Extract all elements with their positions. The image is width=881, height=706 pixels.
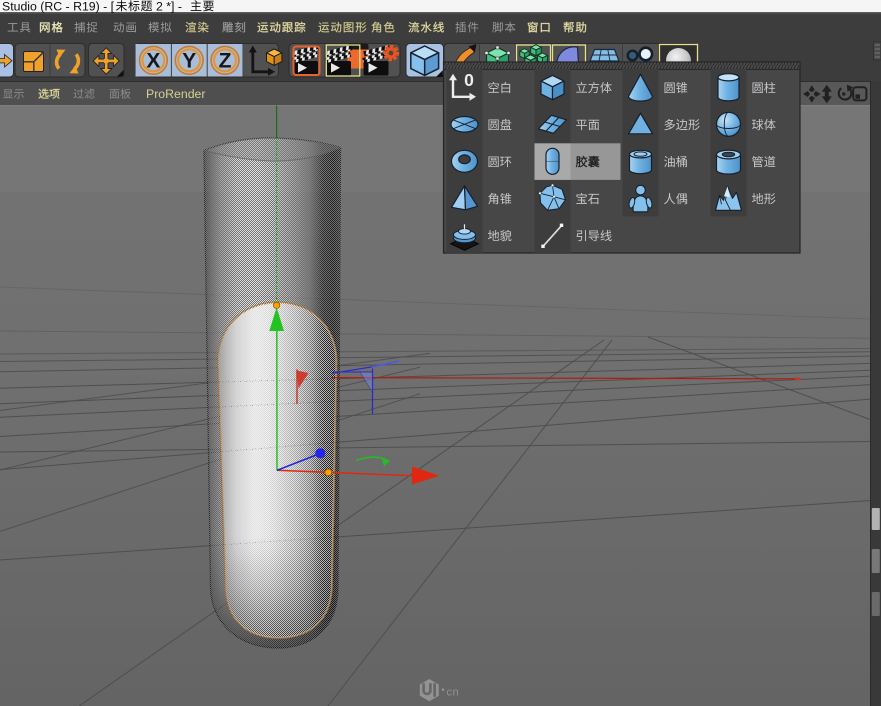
svg-text:2 *] -: 2 *] - xyxy=(156,0,182,13)
svg-text:0: 0 xyxy=(464,70,474,90)
svg-text:cn: cn xyxy=(447,686,460,698)
svg-text:X: X xyxy=(146,50,160,73)
svg-text:Y: Y xyxy=(182,50,196,73)
svg-text:ProRender: ProRender xyxy=(146,87,205,101)
svg-text:Z: Z xyxy=(219,50,232,73)
svg-text:Studio (RC - R19) - [: Studio (RC - R19) - [ xyxy=(2,0,115,13)
